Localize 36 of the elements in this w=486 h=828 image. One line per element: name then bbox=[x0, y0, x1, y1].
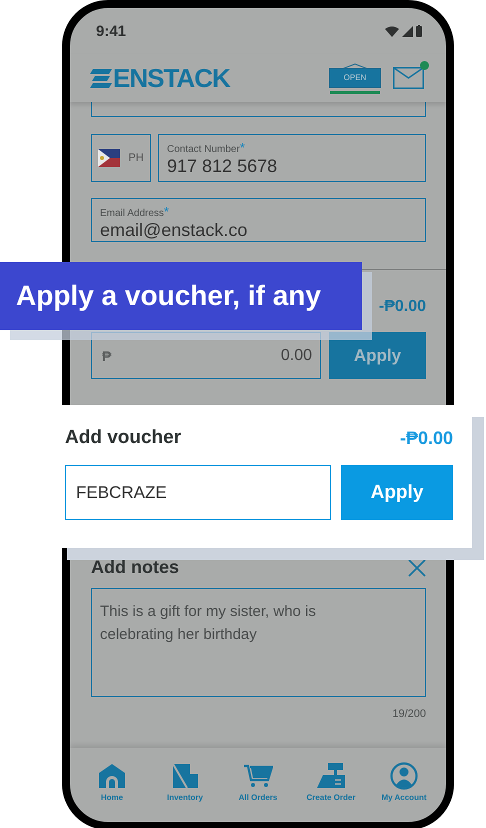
logo-text: ENSTACK bbox=[113, 62, 230, 94]
contact-number-field[interactable]: Contact Number* 917 812 5678 bbox=[158, 134, 426, 182]
signal-icon bbox=[402, 26, 413, 36]
close-icon[interactable] bbox=[408, 558, 426, 576]
wifi-icon bbox=[385, 26, 399, 36]
notes-field[interactable]: This is a gift for my sister, who is celebrating her birthday bbox=[91, 588, 426, 697]
nav-item[interactable]: All Orders bbox=[222, 748, 294, 814]
flag-icon bbox=[98, 149, 120, 167]
country-selector[interactable]: PH bbox=[91, 134, 151, 182]
notes-title: Add notes bbox=[91, 557, 179, 578]
nav-item[interactable]: Home bbox=[76, 748, 148, 814]
user-icon bbox=[389, 760, 419, 790]
nav-item[interactable]: Inventory bbox=[149, 748, 221, 814]
voucher-amount: -₱0.00 bbox=[400, 428, 453, 448]
cash-register-icon bbox=[316, 760, 346, 790]
logo-icon bbox=[90, 67, 112, 89]
field-value: email@enstack.co bbox=[100, 220, 248, 241]
voucher-code-field[interactable]: FEBCRAZE bbox=[65, 465, 331, 520]
field-label: Contact Number* bbox=[167, 140, 246, 155]
apply-button[interactable]: Apply bbox=[341, 465, 453, 520]
voucher-amount: -₱0.00 bbox=[378, 298, 426, 316]
apply-button[interactable]: Apply bbox=[329, 332, 426, 379]
email-field[interactable]: Email Address* email@enstack.co bbox=[91, 198, 426, 242]
character-counter: 19/200 bbox=[392, 708, 426, 720]
status-time: 9:41 bbox=[96, 22, 126, 40]
field-label: Email Address* bbox=[100, 204, 170, 219]
field-value: 0.00 bbox=[280, 346, 312, 364]
field-value: 917 812 5678 bbox=[167, 156, 278, 177]
currency-symbol: ₱ bbox=[102, 348, 112, 364]
country-code: PH bbox=[128, 152, 144, 164]
voucher-title: Add voucher bbox=[65, 427, 182, 449]
mail-icon[interactable] bbox=[393, 67, 424, 89]
battery-icon bbox=[416, 25, 422, 37]
callout-banner: Apply a voucher, if any bbox=[0, 262, 362, 330]
nav-item[interactable]: My Account bbox=[368, 748, 440, 814]
nav-item[interactable]: Create Order bbox=[295, 748, 367, 814]
